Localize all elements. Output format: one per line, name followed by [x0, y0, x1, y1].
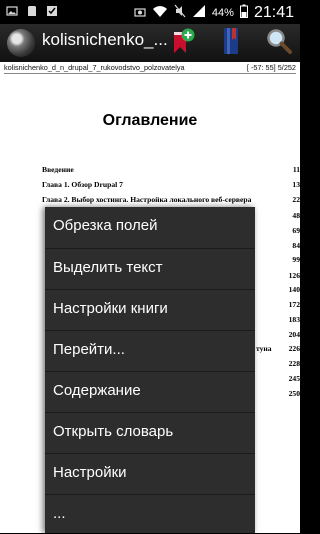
menu-item-label: Настройки — [53, 464, 127, 481]
toc-page-number: 226 — [288, 344, 300, 353]
toc-page-number: 126 — [288, 271, 300, 280]
signal-icon — [192, 3, 206, 22]
toc-title-text: Глава 1. Обзор Drupal 7 — [42, 180, 123, 189]
menu-item-open-dictionary[interactable]: Открыть словарь — [45, 412, 255, 452]
library-icon — [218, 26, 244, 60]
status-system: 44% 21:41 — [134, 3, 294, 22]
battery-icon — [239, 3, 248, 22]
menu-item-select-text[interactable]: Выделить текст — [45, 248, 255, 288]
clock: 21:41 — [253, 3, 294, 21]
toc-title-text: Введение — [42, 165, 74, 174]
menu-item-more[interactable]: ... — [45, 494, 255, 534]
battery-percent: 44% — [211, 6, 234, 19]
toc-title-text: Глава 2. Выбор хостинга. Настройка локал… — [42, 195, 252, 204]
search-icon — [265, 27, 293, 59]
menu-item-go-to[interactable]: Перейти... — [45, 330, 255, 370]
status-notifications — [6, 5, 58, 17]
toc-page-number: 183 — [288, 315, 300, 324]
toc-page-number: 22 — [292, 195, 300, 204]
menu-item-label: Настройки книги — [53, 300, 168, 317]
menu-item-label: ... — [53, 505, 66, 522]
toc-page-number: 172 — [288, 300, 300, 309]
screenshot-icon — [134, 3, 146, 22]
toc-page-number: 250 — [288, 389, 300, 398]
toc-page-number: 99 — [292, 255, 300, 264]
toc-heading: Оглавление — [102, 112, 198, 129]
menu-item-label: Обрезка полей — [53, 217, 158, 234]
toc-page-number: 245 — [288, 374, 300, 383]
toc-page-number: 228 — [288, 359, 300, 368]
menu-item-settings[interactable]: Настройки — [45, 453, 255, 493]
library-button[interactable] — [216, 28, 246, 58]
reader-context-menu: Обрезка полей Выделить текст Настройки к… — [45, 207, 255, 533]
toc-title-text: туна — [256, 344, 272, 353]
bookmark-add-icon — [170, 27, 196, 59]
menu-item-contents[interactable]: Содержание — [45, 371, 255, 411]
menu-item-label: Содержание — [53, 382, 141, 399]
status-bar: 44% 21:41 — [0, 0, 300, 24]
sd-card-icon — [26, 5, 38, 17]
menu-item-label: Открыть словарь — [53, 423, 174, 440]
toc-page-number: 11 — [292, 165, 300, 174]
menu-item-label: Выделить текст — [53, 259, 163, 276]
book-title: kolisnichenko_... — [42, 30, 168, 49]
action-bar: kolisnichenko_... — [0, 24, 300, 63]
toc-page-number: 13 — [292, 180, 300, 189]
toc-page-number: 48 — [292, 211, 300, 220]
bookmark-add-button[interactable] — [168, 28, 198, 58]
menu-item-label: Перейти... — [53, 341, 125, 358]
toc-page-number: 204 — [288, 330, 300, 339]
menu-item-crop-margins[interactable]: Обрезка полей — [45, 207, 255, 247]
menu-item-book-settings[interactable]: Настройки книги — [45, 289, 255, 329]
reader-info-bar: kolisnichenko_d_n_drupal_7_rukovodstvo_p… — [0, 62, 300, 74]
toc-page-number: 84 — [292, 241, 300, 250]
toc-page-number: 69 — [292, 226, 300, 235]
book-reader-app-icon[interactable] — [7, 29, 35, 57]
image-icon — [6, 5, 18, 17]
search-button[interactable] — [264, 28, 294, 58]
task-done-icon — [46, 5, 58, 17]
mute-icon — [174, 3, 186, 22]
page-position: [ -57: 55] 5/252 — [246, 63, 296, 72]
wifi-icon — [152, 3, 168, 22]
toc-page-number: 140 — [288, 285, 300, 294]
document-filename: kolisnichenko_d_n_drupal_7_rukovodstvo_p… — [4, 63, 185, 72]
